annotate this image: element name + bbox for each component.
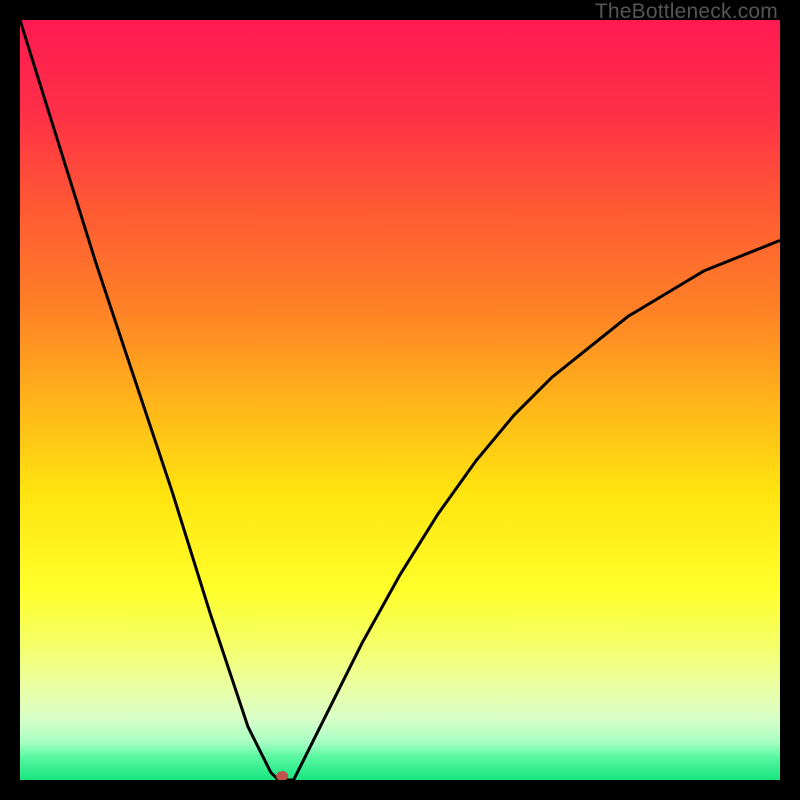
watermark-text: TheBottleneck.com: [595, 0, 778, 24]
gradient-background: [20, 20, 780, 780]
bottleneck-chart: [20, 20, 780, 780]
